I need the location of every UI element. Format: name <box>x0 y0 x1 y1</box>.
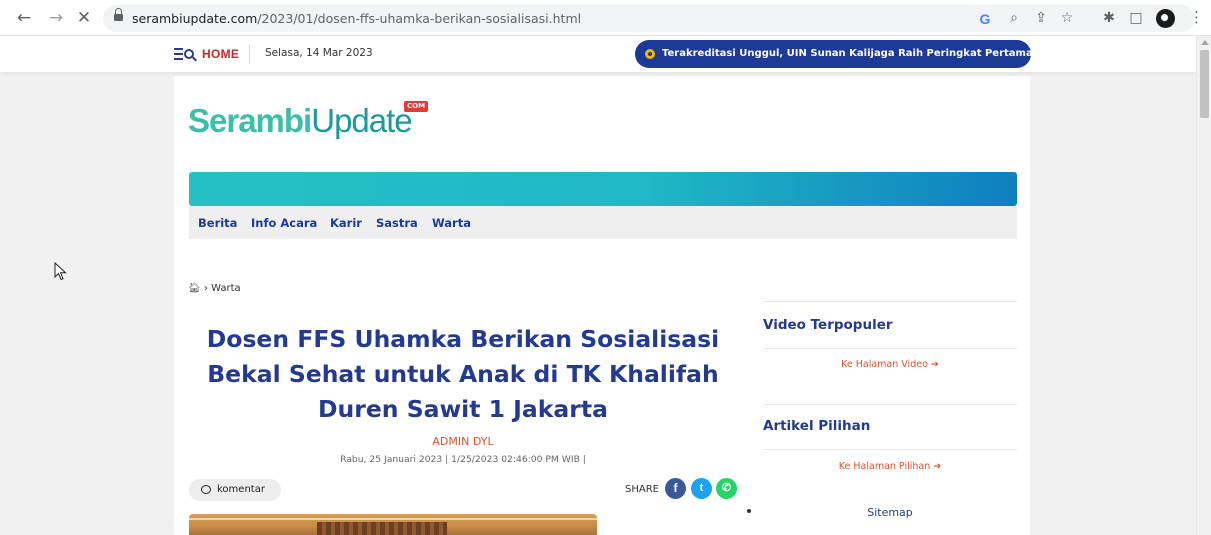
share-page-icon[interactable]: ⇪ <box>1032 9 1050 27</box>
comment-button[interactable]: komentar <box>189 479 281 501</box>
scroll-up-arrow-icon[interactable] <box>1201 40 1209 45</box>
breadcrumb-separator: › <box>203 283 208 294</box>
lock-icon[interactable] <box>114 8 123 22</box>
sitemap-link[interactable]: Sitemap <box>763 506 1017 519</box>
stop-loading-icon[interactable]: ✕ <box>74 8 94 28</box>
article-featured-image <box>189 514 597 535</box>
ticker-headline[interactable]: Terakreditasi Unggul, UIN Sunan Kalijaga… <box>662 48 1069 59</box>
ticker-bullet-icon <box>645 49 655 59</box>
comment-label: komentar <box>217 484 265 495</box>
twitter-share-icon[interactable]: t <box>691 478 712 499</box>
news-ticker[interactable]: Terakreditasi Unggul, UIN Sunan Kalijaga… <box>635 40 1069 68</box>
menu-item-warta[interactable]: Warta <box>432 216 471 230</box>
menu-search-icon <box>174 46 197 63</box>
sidebar-divider <box>763 404 1017 405</box>
sidebar-divider <box>763 301 1017 302</box>
menu-item-karir[interactable]: Karir <box>330 216 362 230</box>
home-link[interactable]: HOME <box>174 44 239 64</box>
home-icon[interactable]: 🏠︎ <box>188 283 201 294</box>
sidebar-divider <box>763 449 1017 450</box>
sidebar-picks-heading: Artikel Pilihan <box>763 418 871 434</box>
comment-bubble-icon <box>201 485 211 494</box>
side-panel-icon[interactable]: □ <box>1127 9 1145 27</box>
list-bullet <box>747 509 751 513</box>
sidebar-video-heading: Video Terpopuler <box>763 317 893 333</box>
article-date: Rabu, 25 Januari 2023 | 1/25/2023 02:46:… <box>340 454 586 465</box>
share-label: SHARE <box>625 484 659 495</box>
extensions-puzzle-icon[interactable]: ✱ <box>1100 9 1118 27</box>
breadcrumb-current[interactable]: Warta <box>211 283 241 294</box>
menu-item-sastra[interactable]: Sastra <box>376 216 418 230</box>
scroll-thumb[interactable] <box>1200 50 1209 118</box>
picks-page-link[interactable]: Ke Halaman Pilihan ➔ <box>763 461 1017 472</box>
mouse-cursor-icon <box>54 262 67 281</box>
browser-toolbar: ← → ✕ serambiupdate.com/2023/01/dosen-ff… <box>0 0 1211 36</box>
site-logo[interactable]: SerambiUpdate <box>188 102 413 140</box>
breadcrumb: 🏠︎ › Warta <box>188 283 241 294</box>
page-container: SerambiUpdate COM Berita Info Acara Kari… <box>174 76 1030 535</box>
menu-item-berita[interactable]: Berita <box>198 216 237 230</box>
zoom-icon[interactable]: ⌕ <box>1005 9 1023 27</box>
video-page-link[interactable]: Ke Halaman Video ➔ <box>763 359 1017 370</box>
divider <box>249 44 250 64</box>
page-scrollbar[interactable] <box>1196 36 1211 535</box>
menu-item-info-acara[interactable]: Info Acara <box>251 216 317 230</box>
logo-text-light: Update <box>311 102 412 139</box>
site-topbar: HOME Selasa, 14 Mar 2023 Terakreditasi U… <box>0 36 1196 72</box>
forward-arrow-icon[interactable]: → <box>46 8 66 28</box>
google-lens-icon[interactable]: G <box>976 10 994 28</box>
sidebar-divider <box>763 348 1017 349</box>
logo-text-bold: Serambi <box>188 102 312 139</box>
profile-avatar[interactable] <box>1156 9 1175 28</box>
current-date: Selasa, 14 Mar 2023 <box>265 47 373 59</box>
url-text[interactable]: serambiupdate.com/2023/01/dosen-ffs-uham… <box>132 11 581 26</box>
back-arrow-icon[interactable]: ← <box>14 8 34 28</box>
whatsapp-share-icon[interactable]: ✆ <box>716 478 737 499</box>
address-bar[interactable]: serambiupdate.com/2023/01/dosen-ffs-uham… <box>103 5 1195 32</box>
bookmark-star-icon[interactable]: ☆ <box>1058 9 1076 27</box>
header-banner <box>189 172 1017 206</box>
article-author[interactable]: ADMIN DYL <box>194 435 732 448</box>
article-title: Dosen FFS Uhamka Berikan Sosialisasi Bek… <box>206 325 720 423</box>
main-menu: Berita Info Acara Karir Sastra Warta <box>189 206 1017 239</box>
home-label: HOME <box>202 47 240 61</box>
menu-kebab-icon[interactable]: ⋮ <box>1189 8 1204 26</box>
facebook-share-icon[interactable]: f <box>665 478 686 499</box>
logo-com-badge: COM <box>404 101 429 112</box>
